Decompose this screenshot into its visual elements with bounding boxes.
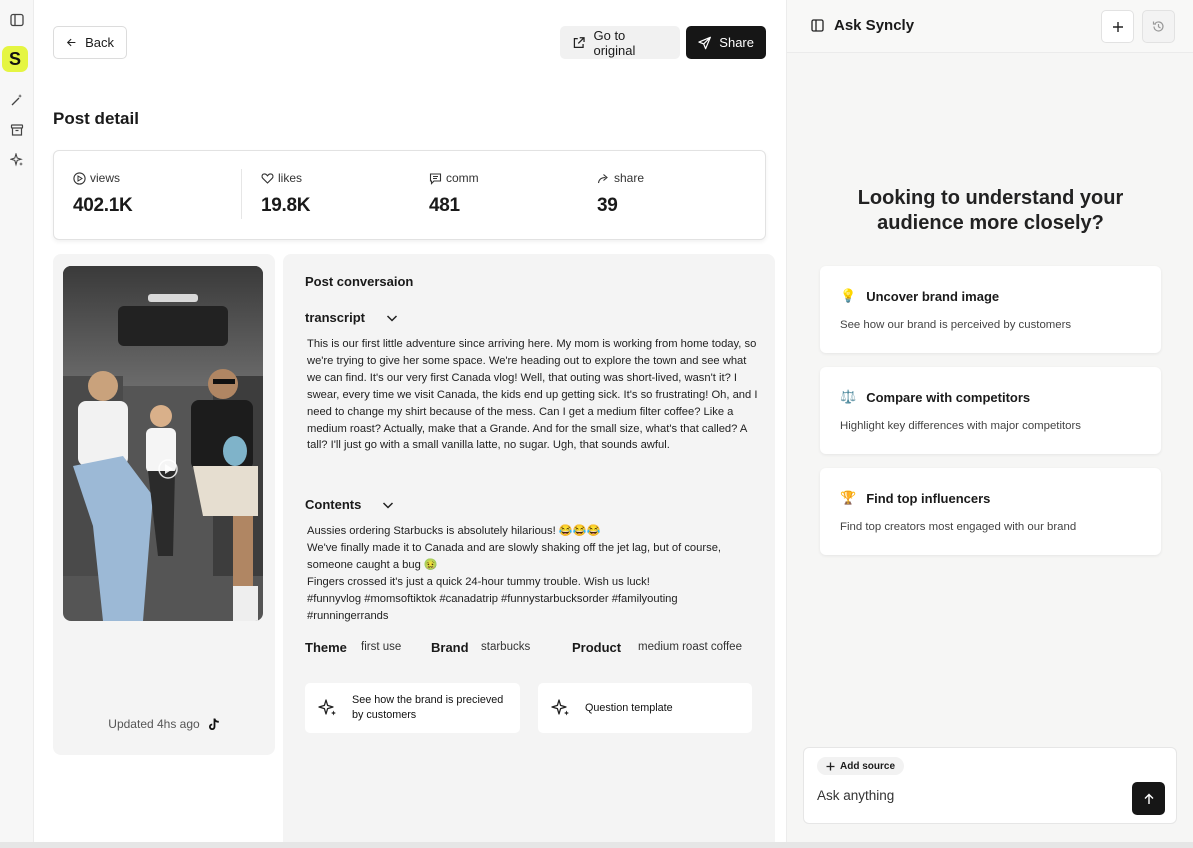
arrow-up-icon xyxy=(1144,793,1153,804)
app-logo[interactable]: S xyxy=(2,46,28,72)
media-card: Updated 4hs ago xyxy=(53,254,275,755)
stat-value: 19.8K xyxy=(261,195,311,216)
play-circle-icon xyxy=(73,171,86,185)
conversation-title: Post conversaion xyxy=(305,274,414,289)
bottom-scrollbar[interactable] xyxy=(0,842,1193,848)
sparkle-icon xyxy=(318,699,336,716)
left-rail: S xyxy=(0,0,34,848)
quick-action-label: See how the brand is precieved by custom… xyxy=(352,694,504,721)
suggestion-desc: Find top creators most engaged with our … xyxy=(840,521,1077,533)
plus-icon xyxy=(826,762,835,770)
contents-text: Aussies ordering Starbucks is absolutely… xyxy=(307,523,759,624)
stat-value: 481 xyxy=(429,195,460,216)
contents-toggle[interactable]: Contents xyxy=(305,497,395,512)
product-value: medium roast coffee xyxy=(638,641,742,653)
arrow-left-icon xyxy=(66,38,76,47)
page-title: Post detail xyxy=(53,109,139,128)
share-button[interactable]: Share xyxy=(686,26,766,59)
add-source-label: Add source xyxy=(840,760,896,772)
suggestion-title: Find top influencers xyxy=(866,490,991,506)
stat-label: likes xyxy=(278,171,303,185)
archive-icon[interactable] xyxy=(4,118,30,142)
new-chat-button[interactable] xyxy=(1101,10,1134,43)
assistant-header: Ask Syncly xyxy=(787,0,1193,53)
sparkle-icon[interactable] xyxy=(4,148,30,172)
question-template-action[interactable]: Question template xyxy=(538,683,752,733)
theme-label: Theme xyxy=(305,640,347,655)
back-label: Back xyxy=(85,35,114,50)
ask-input[interactable] xyxy=(817,788,1117,803)
stat-label: comm xyxy=(446,171,479,185)
external-link-icon xyxy=(573,36,585,48)
chevron-down-icon xyxy=(386,314,397,322)
transcript-text: This is our first little adventure since… xyxy=(307,338,758,452)
product-label: Product xyxy=(572,640,622,655)
updated-row: Updated 4hs ago xyxy=(53,717,275,731)
suggestion-compare-competitors[interactable]: ⚖️ Compare with competitors Highlight key… xyxy=(820,367,1161,454)
stat-views: views 402.1K xyxy=(73,171,133,217)
suggestion-title: Uncover brand image xyxy=(866,288,1000,304)
chevron-down-icon xyxy=(383,501,394,509)
sparkle-icon xyxy=(551,699,569,716)
main-content: Back Go to original Share Post detail vi… xyxy=(34,0,786,848)
tiktok-icon[interactable] xyxy=(208,718,220,731)
stats-card: views 402.1K likes 19.8K comm 481 share … xyxy=(53,150,766,240)
go-to-original-button[interactable]: Go to original xyxy=(560,26,680,59)
brand-label: Brand xyxy=(431,640,469,655)
assistant-hero-text: Looking to understand your audience more… xyxy=(857,187,1124,234)
stat-shares: share 39 xyxy=(597,171,644,217)
sidebar-toggle-icon[interactable] xyxy=(4,8,30,32)
stat-likes: likes 19.8K xyxy=(261,171,311,217)
stat-divider xyxy=(241,169,242,219)
scales-icon: ⚖️ xyxy=(840,389,857,404)
plus-icon xyxy=(1112,21,1123,32)
trophy-icon: 🏆 xyxy=(840,490,857,505)
share-arrow-icon xyxy=(597,173,608,183)
lightbulb-icon: 💡 xyxy=(840,288,857,303)
updated-text: Updated 4hs ago xyxy=(108,717,200,731)
brand-value: starbucks xyxy=(481,641,531,653)
magic-wand-icon[interactable] xyxy=(4,88,30,112)
assistant-title-text: Ask Syncly xyxy=(834,17,915,34)
history-icon xyxy=(1152,21,1164,32)
suggestion-top-influencers[interactable]: 🏆 Find top influencers Find top creators … xyxy=(820,468,1161,555)
go-to-original-label: Go to original xyxy=(593,27,636,58)
logo-letter: S xyxy=(8,48,21,69)
suggestion-title: Compare with competitors xyxy=(866,389,1031,405)
assistant-title: Ask Syncly xyxy=(811,17,914,34)
send-button[interactable] xyxy=(1132,782,1165,815)
transcript-toggle[interactable]: transcript xyxy=(305,310,399,325)
video-thumbnail[interactable] xyxy=(63,266,263,621)
suggestion-brand-image[interactable]: 💡 Uncover brand image See how our brand i… xyxy=(820,266,1161,353)
quick-action-label: Question template xyxy=(585,701,673,714)
comment-icon xyxy=(429,172,442,185)
contents-heading: Contents xyxy=(305,497,362,512)
contents-line: Fingers crossed it's just a quick 24-hou… xyxy=(307,575,650,588)
stat-label: views xyxy=(90,171,121,185)
chat-composer: Add source xyxy=(803,747,1177,824)
assistant-panel: Ask Syncly Looking to understand your au… xyxy=(786,0,1193,848)
history-button[interactable] xyxy=(1142,10,1175,43)
stat-value: 402.1K xyxy=(73,195,133,216)
stat-label: share xyxy=(614,171,645,185)
share-label: Share xyxy=(719,35,754,50)
panel-toggle-icon[interactable] xyxy=(811,19,824,32)
stat-value: 39 xyxy=(597,195,618,216)
theme-value: first use xyxy=(361,641,402,653)
post-conversation-panel: Post conversaion transcript This is our … xyxy=(283,254,775,848)
send-icon xyxy=(698,36,711,49)
suggestion-desc: Highlight key differences with major com… xyxy=(840,420,1081,432)
transcript-heading: transcript xyxy=(305,310,365,325)
contents-hashtags: #funnyvlog #momsoftiktok #canadatrip #fu… xyxy=(307,592,678,622)
heart-icon xyxy=(261,172,274,184)
stat-comments: comm 481 xyxy=(429,171,479,217)
add-source-button[interactable]: Add source xyxy=(817,757,905,775)
back-button[interactable]: Back xyxy=(53,26,127,59)
contents-line: Aussies ordering Starbucks is absolutely… xyxy=(307,525,601,537)
brand-perception-action[interactable]: See how the brand is precieved by custom… xyxy=(305,683,520,733)
suggestion-desc: See how our brand is perceived by custom… xyxy=(840,319,1072,331)
contents-line: We've finally made it to Canada and are … xyxy=(307,541,722,571)
